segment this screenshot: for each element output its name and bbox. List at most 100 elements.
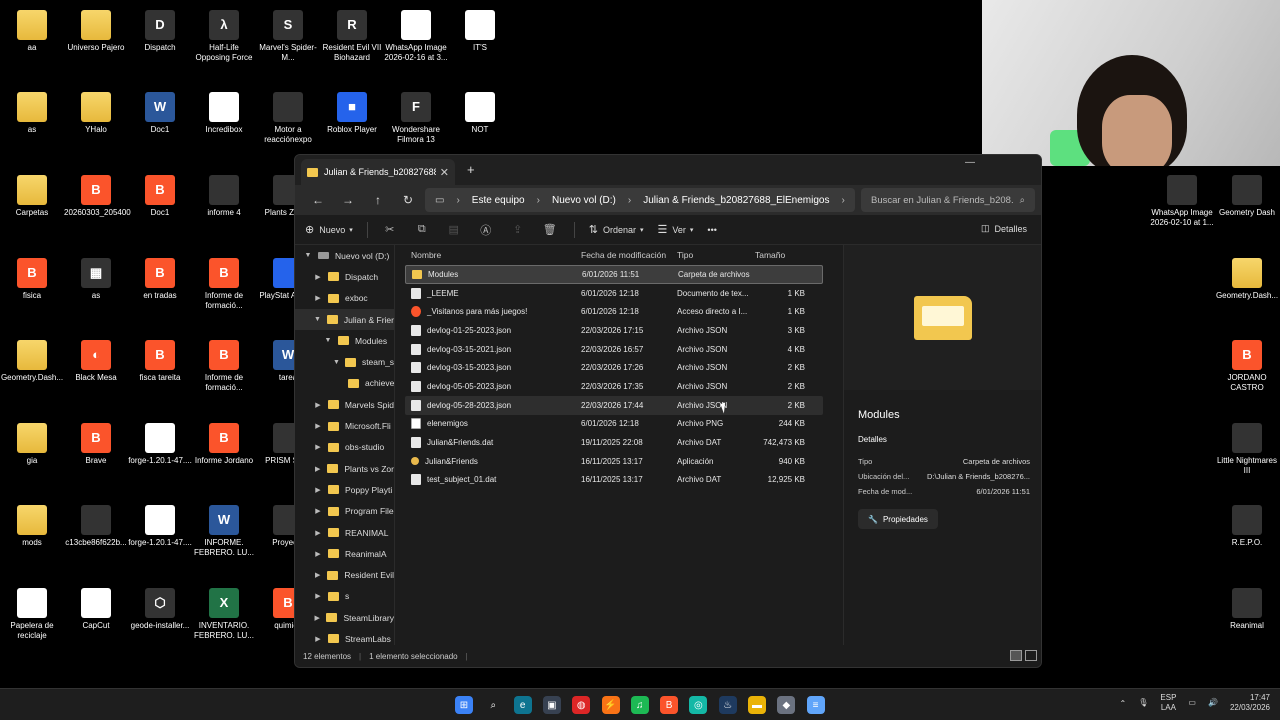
chevron-right-icon[interactable]: ▶ (313, 465, 322, 473)
taskbar-brave-icon[interactable]: B (660, 696, 679, 714)
taskbar-explorer-icon[interactable]: ▬ (748, 696, 766, 714)
language-indicator[interactable]: ESP LAA (1160, 693, 1176, 713)
clock[interactable]: 17:47 22/03/2026 (1230, 693, 1270, 713)
more-options-button[interactable]: ••• (707, 225, 716, 235)
chevron-right-icon[interactable]: ▶ (313, 273, 323, 281)
file-row[interactable]: elenemigos 6/01/2026 12:18 Archivo PNG 244 … (405, 415, 823, 434)
nav-item[interactable]: ▶ Microsoft.Fli (295, 415, 394, 436)
column-type[interactable]: Tipo (673, 250, 751, 260)
up-arrow-icon[interactable]: ↑ (363, 193, 393, 207)
desktop-icon[interactable]: Bfisca tareita (128, 340, 192, 383)
refresh-icon[interactable]: ↻ (393, 193, 423, 207)
desktop-icon[interactable]: ♻ Papelera de reciclaje (0, 588, 64, 641)
desktop-icon[interactable]: Geometry.Dash... (1215, 258, 1279, 301)
chevron-up-icon[interactable]: ⌃ (1120, 699, 1127, 708)
sort-button[interactable]: ⇅ Ordenar ▾ (589, 223, 644, 236)
taskbar-start-icon[interactable]: ⊞ (455, 696, 473, 714)
nav-item[interactable]: ▼ Modules (295, 330, 394, 351)
desktop-icon[interactable]: B Informe Jordano (192, 423, 256, 466)
forward-arrow-icon[interactable]: → (333, 193, 363, 207)
desktop-icon[interactable]: mods (0, 505, 64, 548)
chevron-right-icon[interactable]: ▶ (313, 422, 323, 430)
back-arrow-icon[interactable]: ← (303, 193, 333, 207)
file-row[interactable]: devlog-03-15-2021.json 22/03/2026 16:57 Ar… (405, 340, 823, 359)
nav-item[interactable]: ▶ obs-studio (295, 437, 394, 458)
new-tab-button[interactable]: + (467, 162, 475, 177)
desktop-icon[interactable]: B Informe de formació... (192, 340, 256, 393)
desktop-icon[interactable]: WhatsApp Image 2026-02-10 at 1... (1150, 175, 1214, 228)
nav-item[interactable]: ▶ Poppy Playti (295, 479, 394, 500)
file-row[interactable]: devlog-05-28-2023.json 22/03/2026 17:44 Ar… (405, 395, 823, 415)
file-row[interactable]: devlog-01-25-2023.json 22/03/2026 17:15 Ar… (405, 321, 823, 340)
breadcrumb-this-pc[interactable]: Este equipo (472, 195, 525, 206)
nav-item[interactable]: achiever (295, 373, 394, 394)
desktop-icon[interactable]: IT'S (448, 10, 512, 53)
nav-item[interactable]: ▶ REANIMAL (295, 522, 394, 543)
close-tab-icon[interactable]: ✕ (440, 166, 449, 179)
desktop-icon[interactable]: c13cbe86f622b... (64, 505, 128, 548)
breadcrumb-folder[interactable]: Julian & Friends_b20827688_ElEnemigos (643, 195, 829, 206)
microphone-icon[interactable]: 🎙 (1138, 698, 1148, 708)
new-button[interactable]: ⊕ Nuevo ▾ (305, 223, 353, 236)
chevron-right-icon[interactable]: ▶ (313, 507, 323, 515)
nav-item[interactable]: ▶ Program File (295, 501, 394, 522)
network-icon[interactable]: ▭ (1188, 698, 1196, 708)
desktop-icon[interactable]: informe 4 (192, 175, 256, 218)
nav-item[interactable]: ▶ SteamLibrary (295, 607, 394, 628)
nav-item[interactable]: ▶ Plants vs Zor (295, 458, 394, 479)
chevron-right-icon[interactable]: ▶ (313, 550, 323, 558)
file-row[interactable]: Julian&Friends 16/11/2025 13:17 Aplicación… (405, 452, 823, 471)
explorer-tab[interactable]: Julian & Friends_b20827688_E ✕ (301, 159, 455, 185)
desktop-icon[interactable]: ◐ Black Mesa (64, 340, 128, 383)
desktop-icon[interactable]: W INFORME. FEBRERO. LU... (192, 505, 256, 558)
desktop-icon[interactable]: ☺ Incredibox (192, 92, 256, 135)
breadcrumb-drive[interactable]: Nuevo vol (D:) (552, 195, 616, 206)
search-input[interactable]: Buscar en Julian & Friends_b208. ⌕ (861, 188, 1035, 212)
desktop-icon[interactable]: S Marvel's Spider-M... (256, 10, 320, 63)
file-row[interactable]: _Visitanos para más juegos! 6/01/2026 12:… (405, 302, 823, 321)
desktop-icon[interactable]: λ Half-Life Opposing Force (192, 10, 256, 63)
address-bar[interactable]: ▭ › Este equipo › Nuevo vol (D:) › Julia… (425, 188, 855, 212)
nav-item[interactable]: ▶ exboc (295, 288, 394, 309)
desktop-icon[interactable]: B Informe de formació... (192, 258, 256, 311)
desktop-icon[interactable]: Ben tradas (128, 258, 192, 301)
taskbar-app2-icon[interactable]: ◆ (777, 696, 796, 714)
chevron-right-icon[interactable]: ▶ (313, 635, 323, 643)
nav-item[interactable]: ▶ Resident Evil (295, 564, 394, 585)
nav-item[interactable]: ▶ s (295, 586, 394, 607)
desktop-icon[interactable]: R Resident Evil VII Biohazard (320, 10, 384, 63)
taskbar-search-icon[interactable]: ⌕ (484, 696, 502, 714)
desktop-icon[interactable]: X INVENTARIO. FEBRERO. LU... (192, 588, 256, 641)
desktop-icon[interactable]: aa (0, 10, 64, 53)
desktop-icon[interactable]: B Doc1 (128, 175, 192, 218)
nav-item[interactable]: ▼ Nuevo vol (D:) (295, 245, 394, 266)
taskbar-steam-icon[interactable]: ♨ (718, 696, 737, 714)
chevron-right-icon[interactable]: ▶ (313, 614, 321, 622)
desktop-icon[interactable]: Little Nightmares III (1215, 423, 1279, 476)
file-row[interactable]: devlog-03-15-2023.json 22/03/2026 17:26 Ar… (405, 358, 823, 377)
column-date[interactable]: Fecha de modificación (577, 250, 673, 260)
desktop-icon[interactable]: ■ Roblox Player (320, 92, 384, 135)
cut-icon[interactable]: ✂ (382, 223, 398, 236)
nav-item[interactable]: ▼ Julian & Frier (295, 308, 394, 331)
file-row[interactable]: Modules 6/01/2026 11:51 Carpeta de archivo… (405, 265, 823, 284)
share-icon[interactable]: ⇪ (510, 223, 526, 236)
details-pane-button[interactable]: ◫ Detalles (981, 223, 1027, 234)
desktop-icon[interactable]: B Brave (64, 423, 128, 466)
desktop-icon[interactable]: WhatsApp Image 2026-02-16 at 3... (384, 10, 448, 63)
file-row[interactable]: Julian&Friends.dat 19/11/2025 22:08 Archiv… (405, 433, 823, 452)
nav-item[interactable]: ▼ steam_set (295, 351, 394, 372)
tiles-view-icon[interactable] (1025, 650, 1037, 661)
volume-icon[interactable]: 🔊 (1208, 698, 1218, 708)
desktop-icon[interactable]: ♨ forge-1.20.1-47.... (128, 423, 192, 466)
chevron-right-icon[interactable]: ▶ (313, 529, 323, 537)
paste-icon[interactable]: ▤ (446, 223, 462, 236)
nav-item[interactable]: ▶ ReanimalA (295, 543, 394, 564)
delete-icon[interactable]: 🗑 (542, 223, 558, 236)
taskbar-notepad-icon[interactable]: ≡ (806, 696, 825, 714)
taskbar-orange-icon[interactable]: ⚡ (601, 696, 620, 714)
desktop-icon[interactable]: D Dispatch (128, 10, 192, 53)
desktop-icon[interactable]: gia (0, 423, 64, 466)
chevron-right-icon[interactable]: ▶ (313, 294, 323, 302)
chevron-down-icon[interactable]: ▼ (323, 337, 333, 344)
